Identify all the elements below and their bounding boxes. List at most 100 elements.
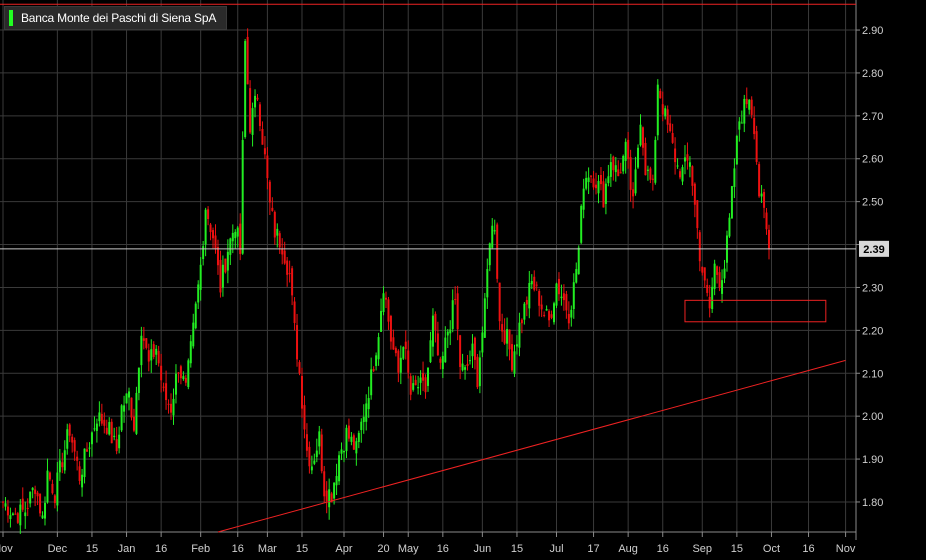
y-tick-label: 2.90 — [862, 25, 883, 37]
candle-body — [177, 372, 180, 374]
candle-body — [595, 184, 598, 189]
candle-body — [229, 238, 232, 255]
candle-body — [254, 95, 257, 108]
candle-body — [380, 310, 383, 332]
candle-body — [197, 284, 200, 303]
candle-body — [140, 335, 143, 366]
candle-body — [170, 403, 173, 413]
candle-body — [466, 363, 469, 367]
candle-body — [481, 332, 484, 353]
candle-body — [98, 412, 101, 422]
candle-body — [93, 428, 96, 430]
candle-body — [624, 141, 627, 161]
candle-body — [21, 498, 24, 510]
candle-body — [266, 155, 269, 179]
candle-body — [83, 448, 86, 478]
candle-body — [44, 502, 47, 519]
candle-body — [273, 211, 276, 238]
candle-body — [318, 431, 321, 447]
candle-body — [607, 176, 610, 184]
candle-body — [14, 513, 17, 515]
x-tick-label: Jul — [549, 543, 563, 555]
candle-body — [352, 435, 355, 450]
x-tick-label: Aug — [618, 543, 638, 555]
candle-body — [424, 377, 427, 393]
candle-body — [234, 231, 237, 239]
candle-body — [172, 398, 175, 416]
candle-body — [261, 128, 264, 145]
candle-body — [377, 337, 380, 360]
x-tick-label: 15 — [511, 543, 523, 555]
candle-body — [550, 314, 553, 318]
candle-body — [236, 227, 239, 237]
candle-body — [439, 358, 442, 363]
candle-body — [305, 434, 308, 451]
candle-body — [207, 209, 210, 220]
candle-body — [108, 422, 111, 435]
chart-area: 1.801.902.002.102.202.302.402.502.602.70… — [0, 0, 926, 560]
candle-body — [619, 172, 622, 174]
candle-body — [137, 367, 140, 393]
candle-body — [750, 99, 753, 115]
candle-body — [674, 148, 677, 163]
candle-body — [493, 230, 496, 232]
x-tick-label: 16 — [657, 543, 669, 555]
candle-body — [365, 403, 368, 422]
candle-body — [570, 309, 573, 318]
candle-body — [320, 434, 323, 472]
candle-body — [501, 324, 504, 332]
x-tick-label: 20 — [377, 543, 389, 555]
candle-body — [740, 122, 743, 124]
candle-body — [733, 168, 736, 187]
candle-body — [701, 266, 704, 273]
candle-body — [157, 350, 160, 364]
x-tick-label: Nov — [836, 543, 856, 555]
candle-body — [370, 369, 373, 396]
candle-body — [545, 309, 548, 311]
candle-body — [590, 175, 593, 177]
x-tick-label: Jan — [118, 543, 136, 555]
candle-body — [214, 235, 217, 250]
candle-body — [407, 350, 410, 373]
y-tick-label: 2.80 — [862, 68, 883, 80]
candle-body — [669, 123, 672, 132]
candle-body — [540, 304, 543, 310]
candle-body — [597, 181, 600, 194]
candle-body — [88, 447, 91, 449]
candle-body — [118, 434, 121, 449]
candle-body — [199, 264, 202, 290]
candle-body — [66, 429, 69, 449]
candle-body — [533, 276, 536, 290]
candle-body — [288, 273, 291, 275]
candle-body — [249, 88, 252, 133]
candle-body — [323, 471, 326, 497]
candle-body — [375, 355, 378, 366]
candle-body — [434, 313, 437, 331]
candle-body — [293, 301, 296, 323]
candle-body — [300, 375, 303, 409]
candle-body — [515, 344, 518, 347]
candle-body — [431, 315, 434, 347]
candle-body — [577, 247, 580, 275]
candle-body — [412, 383, 415, 390]
candle-body — [152, 344, 155, 357]
candle-body — [436, 333, 439, 356]
candle-body — [61, 462, 64, 468]
candle-body — [758, 164, 761, 197]
candle-body — [446, 331, 449, 336]
candle-body — [224, 258, 227, 273]
candle-body — [520, 319, 523, 324]
x-tick-label: Feb — [191, 543, 210, 555]
candle-body — [123, 405, 126, 412]
candle-body — [335, 476, 338, 486]
candle-body — [617, 169, 620, 177]
candle-body — [182, 376, 185, 379]
x-tick-label: Sep — [692, 543, 712, 555]
x-tick-label: 16 — [437, 543, 449, 555]
candle-body — [555, 283, 558, 306]
x-tick-label: 16 — [155, 543, 167, 555]
candle-body — [34, 489, 37, 494]
candle-body — [496, 224, 499, 279]
candle-body — [612, 156, 615, 171]
y-tick-label: 2.70 — [862, 111, 883, 123]
